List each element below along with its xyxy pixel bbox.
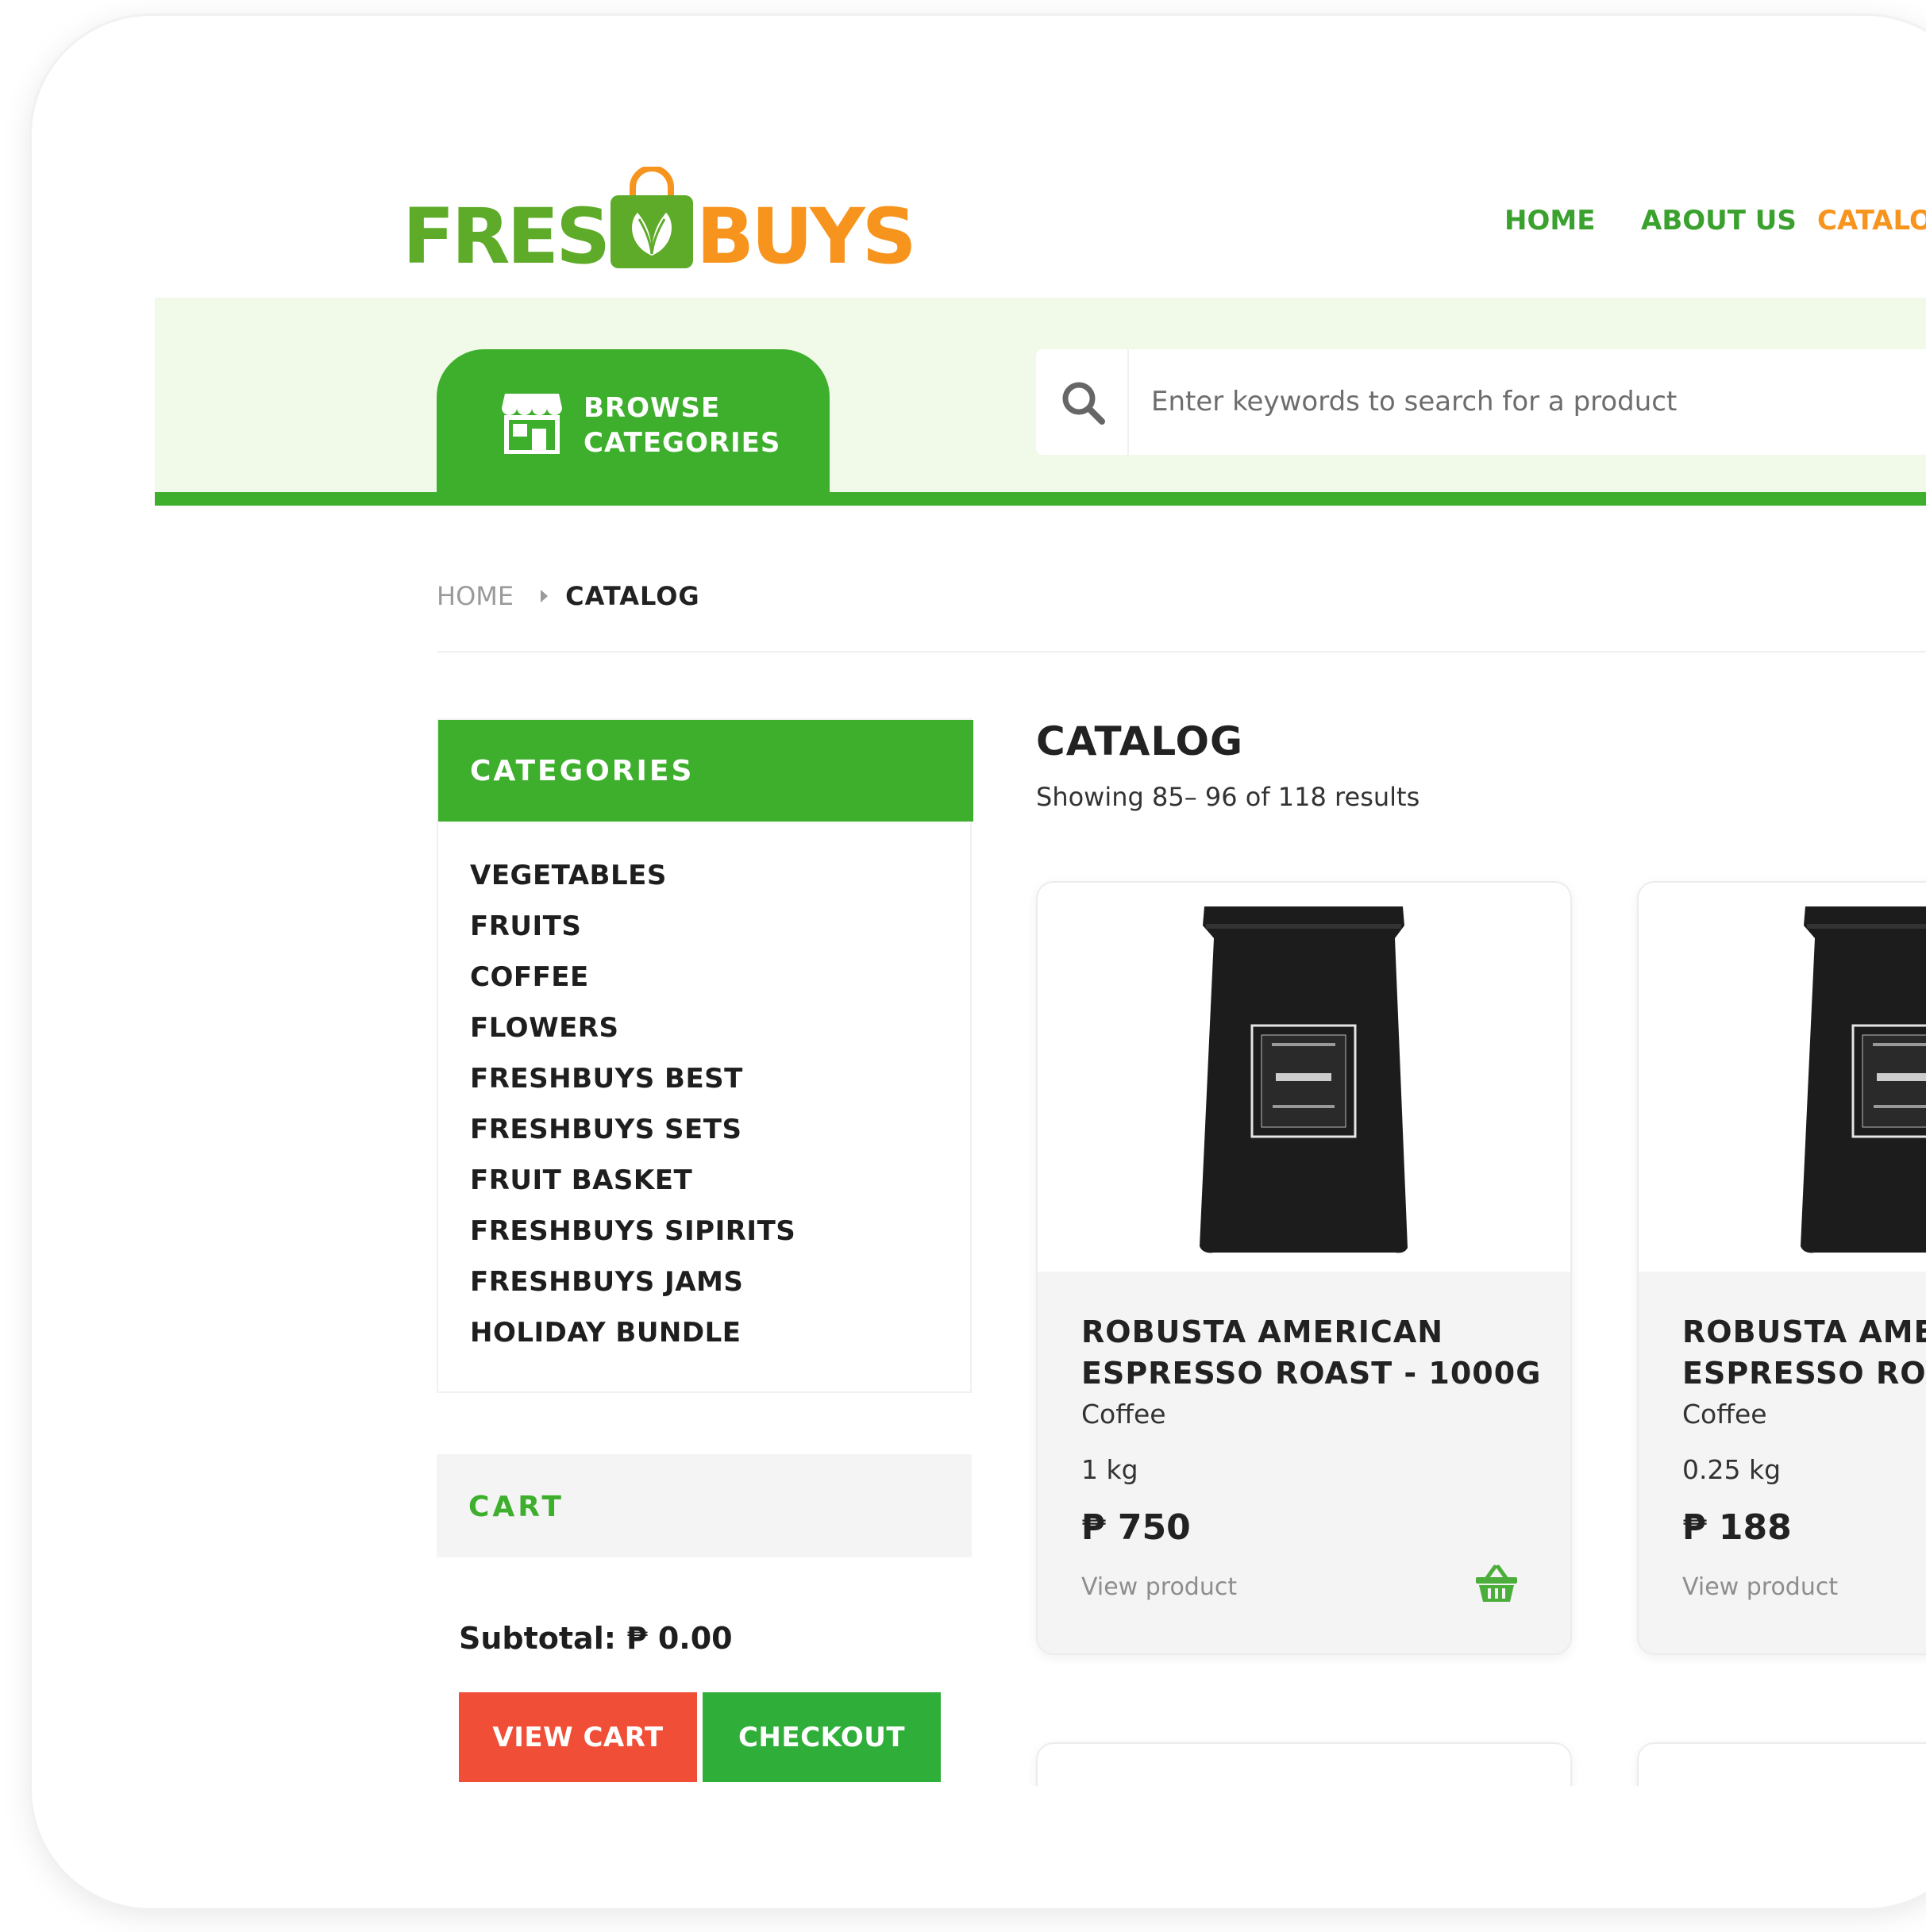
coffee-bag-image [1801, 906, 1926, 1253]
category-item[interactable]: COFFEE [470, 961, 795, 1012]
breadcrumb: HOME CATALOG [437, 581, 700, 611]
product-category: Coffee [1081, 1399, 1166, 1430]
category-item[interactable]: VEGETABLES [470, 860, 795, 910]
nav-home[interactable]: HOME [1504, 205, 1595, 237]
view-cart-button[interactable]: VIEW CART [459, 1692, 697, 1782]
cart-subtotal: Subtotal: ₱ 0.00 [459, 1621, 733, 1656]
categories-list: VEGETABLES FRUITS COFFEE FLOWERS FRESHBU… [470, 860, 795, 1368]
category-item[interactable]: FRESHBUYS JAMS [470, 1266, 795, 1317]
results-count: Showing 85– 96 of 118 results [1036, 782, 1420, 812]
product-price: ₱ 750 [1081, 1507, 1191, 1548]
browse-label-line2: CATEGORIES [584, 427, 781, 459]
logo-text-buys: BUYS [696, 192, 917, 281]
device-frame: FRESH BUYS HOME ABOUT US CATALOG BROWSE … [32, 16, 1926, 1908]
category-item[interactable]: FRUIT BASKET [470, 1164, 795, 1215]
shopping-bag-leaf-icon [611, 167, 693, 268]
breadcrumb-home[interactable]: HOME [437, 581, 514, 611]
product-image-area [1038, 883, 1570, 1272]
product-name[interactable]: ROBUSTA AMERICAN ESPRESSO ROAST - 1000G [1081, 1311, 1558, 1394]
product-weight: 1 kg [1081, 1454, 1138, 1485]
category-item[interactable]: FLOWERS [470, 1012, 795, 1063]
breadcrumb-arrow-icon [541, 590, 549, 602]
product-card[interactable] [1637, 1742, 1926, 1786]
product-name[interactable]: ROBUSTA AMERICAN ESPRESSO ROAST [1682, 1311, 1926, 1394]
browse-label-line1: BROWSE [584, 392, 721, 424]
search-icon[interactable] [1060, 379, 1106, 425]
search-input[interactable] [1151, 378, 1926, 425]
product-price: ₱ 188 [1682, 1507, 1792, 1548]
add-to-basket-icon[interactable] [1474, 1564, 1519, 1603]
categories-header: CATEGORIES [438, 720, 973, 822]
categories-panel: CATEGORIES VEGETABLES FRUITS COFFEE FLOW… [437, 718, 973, 1393]
product-category: Coffee [1682, 1399, 1767, 1430]
category-item[interactable]: FRESHBUYS SETS [470, 1114, 795, 1164]
page-title: CATALOG [1036, 718, 1244, 764]
cart-panel: CART Subtotal: ₱ 0.00 VIEW CART CHECKOUT [437, 1454, 972, 1786]
category-item[interactable]: HOLIDAY BUNDLE [470, 1317, 795, 1368]
coffee-bag-image [1200, 906, 1408, 1253]
cart-title: CART [468, 1491, 564, 1523]
breadcrumb-current: CATALOG [565, 581, 700, 611]
product-card[interactable]: ROBUSTA AMERICAN ESPRESSO ROAST - 1000G … [1036, 881, 1572, 1655]
category-item[interactable]: FRESHBUYS SIPIRITS [470, 1215, 795, 1266]
store-icon [502, 394, 562, 454]
header-band-line [155, 492, 1926, 506]
checkout-button[interactable]: CHECKOUT [703, 1692, 941, 1782]
browse-categories-button[interactable]: BROWSE CATEGORIES [437, 349, 830, 494]
view-product-link[interactable]: View product [1682, 1573, 1838, 1601]
category-item[interactable]: FRESHBUYS BEST [470, 1063, 795, 1114]
search-divider [1127, 349, 1129, 455]
browse-categories-label: BROWSE CATEGORIES [584, 391, 780, 460]
search-bar [1036, 349, 1926, 455]
product-card[interactable]: ROBUSTA AMERICAN ESPRESSO ROAST Coffee 0… [1637, 881, 1926, 1655]
product-image-area [1639, 883, 1926, 1272]
cart-header: CART [437, 1454, 972, 1557]
divider [437, 651, 1926, 652]
view-product-link[interactable]: View product [1081, 1573, 1237, 1601]
category-item[interactable]: FRUITS [470, 910, 795, 961]
nav-catalog[interactable]: CATALOG [1817, 205, 1926, 237]
nav-about-us[interactable]: ABOUT US [1641, 205, 1797, 237]
product-weight: 0.25 kg [1682, 1454, 1782, 1485]
web-page: FRESH BUYS HOME ABOUT US CATALOG BROWSE … [155, 16, 1926, 1786]
product-card[interactable] [1036, 1742, 1572, 1786]
categories-title: CATEGORIES [470, 755, 695, 787]
